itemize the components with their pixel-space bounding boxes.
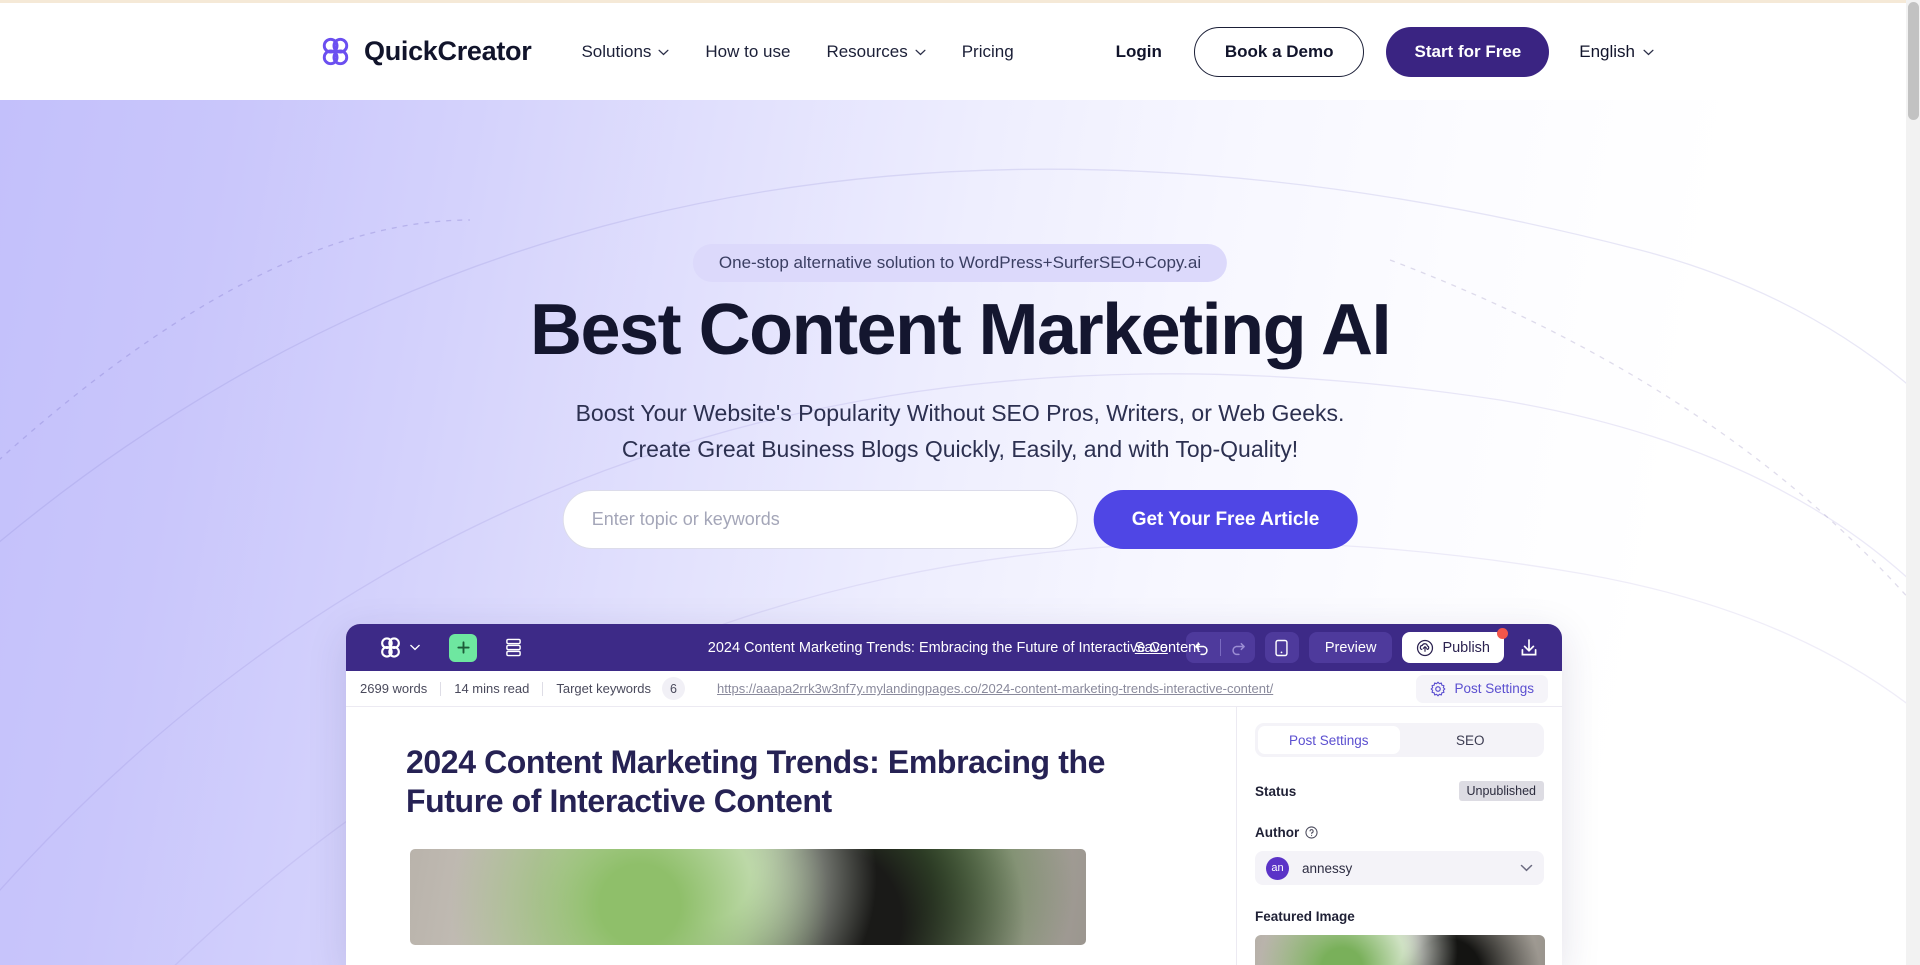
featured-image-label: Featured Image bbox=[1255, 909, 1355, 924]
book-a-demo-button[interactable]: Book a Demo bbox=[1193, 26, 1365, 77]
page-scrollbar-thumb[interactable] bbox=[1908, 2, 1919, 120]
hero-search-row: Get Your Free Article bbox=[562, 490, 1358, 549]
quickcreator-logo-icon bbox=[322, 37, 349, 66]
login-link[interactable]: Login bbox=[1116, 42, 1162, 62]
author-select[interactable]: an annessy bbox=[1255, 851, 1544, 885]
download-button[interactable] bbox=[1516, 635, 1542, 661]
status-badge: Unpublished bbox=[1458, 781, 1544, 801]
read-time: 14 mins read bbox=[454, 681, 530, 696]
get-free-article-button[interactable]: Get Your Free Article bbox=[1093, 490, 1358, 549]
publish-button[interactable]: Publish bbox=[1402, 628, 1508, 663]
sidebar-tabs: Post Settings SEO bbox=[1255, 723, 1544, 757]
chevron-down-icon bbox=[1520, 864, 1533, 872]
nav-item-pricing[interactable]: Pricing bbox=[962, 42, 1014, 62]
language-label: English bbox=[1579, 41, 1635, 61]
post-settings-button[interactable]: Post Settings bbox=[1416, 674, 1548, 703]
mobile-preview-button[interactable] bbox=[1265, 632, 1299, 663]
mobile-preview-icon bbox=[1275, 639, 1289, 656]
preview-button[interactable]: Preview bbox=[1308, 632, 1393, 663]
status-label: Status bbox=[1255, 783, 1297, 799]
hero-subheading: Boost Your Website's Popularity Without … bbox=[0, 396, 1920, 467]
page-root: QuickCreator Solutions How to use Resour… bbox=[0, 0, 1920, 965]
nav-item-label: Pricing bbox=[961, 41, 1014, 61]
nav-item-resources[interactable]: Resources bbox=[826, 41, 926, 62]
app-sidebar: Post Settings SEO Status Unpublished Aut… bbox=[1236, 707, 1562, 965]
app-document-title: 2024 Content Marketing Trends: Embracing… bbox=[707, 639, 1201, 656]
document-editor[interactable]: 2024 Content Marketing Trends: Embracing… bbox=[346, 707, 1236, 965]
nav-item-label: How to use bbox=[705, 41, 791, 61]
author-row: Author bbox=[1255, 825, 1544, 840]
brand-name: QuickCreator bbox=[364, 36, 532, 66]
app-logo-menu[interactable] bbox=[379, 636, 420, 659]
app-preview-window: 2024 Content Marketing Trends: Embracing… bbox=[346, 624, 1562, 965]
nav-item-solutions[interactable]: Solutions bbox=[581, 42, 669, 62]
quickcreator-logo-icon bbox=[381, 637, 400, 658]
app-meta-bar: 2699 words 14 mins read Target keywords … bbox=[346, 671, 1562, 707]
post-settings-label: Post Settings bbox=[1454, 681, 1534, 696]
redo-icon bbox=[1232, 642, 1246, 656]
meta-divider bbox=[542, 681, 544, 696]
start-for-free-button[interactable]: Start for Free bbox=[1386, 26, 1550, 77]
status-row: Status Unpublished bbox=[1255, 781, 1544, 801]
search-input[interactable] bbox=[562, 490, 1078, 549]
post-url-link[interactable]: https://aaapa2rrk3w3nf7y.mylandingpages.… bbox=[717, 681, 1273, 696]
publish-notification-dot bbox=[1497, 628, 1508, 639]
featured-image-row: Featured Image bbox=[1255, 909, 1544, 924]
page-scrollbar-track[interactable] bbox=[1906, 0, 1920, 965]
tab-post-settings[interactable]: Post Settings bbox=[1258, 726, 1400, 754]
app-body: 2024 Content Marketing Trends: Embracing… bbox=[346, 707, 1562, 965]
hero-subheading-line-2: Create Great Business Blogs Quickly, Eas… bbox=[621, 435, 1299, 462]
redo-button[interactable] bbox=[1221, 632, 1255, 663]
featured-image-thumbnail[interactable] bbox=[1255, 935, 1545, 965]
author-label: Author bbox=[1255, 825, 1300, 840]
question-circle-icon[interactable] bbox=[1305, 826, 1318, 839]
nav-item-how-to-use[interactable]: How to use bbox=[705, 42, 790, 62]
plus-icon bbox=[456, 641, 470, 654]
app-toolbar: 2024 Content Marketing Trends: Embracing… bbox=[346, 624, 1562, 671]
download-icon bbox=[1521, 638, 1537, 655]
chevron-down-icon bbox=[1643, 49, 1654, 56]
main-nav: Solutions How to use Resources Pricing bbox=[581, 42, 1013, 62]
meta-divider bbox=[440, 681, 442, 696]
avatar: an bbox=[1266, 856, 1289, 880]
gear-icon bbox=[1431, 681, 1446, 696]
layout-blocks-icon bbox=[505, 638, 521, 657]
layout-toggle-button[interactable] bbox=[499, 634, 527, 662]
publish-label: Publish bbox=[1442, 639, 1490, 656]
hero-subheading-line-1: Boost Your Website's Popularity Without … bbox=[575, 400, 1345, 426]
author-name: annessy bbox=[1302, 860, 1353, 876]
document-hero-image bbox=[410, 849, 1086, 946]
chevron-down-icon bbox=[658, 49, 669, 56]
hero-section: One-stop alternative solution to WordPre… bbox=[0, 100, 1920, 965]
target-keywords-label: Target keywords bbox=[556, 681, 652, 696]
cloud-upload-icon bbox=[1417, 639, 1434, 656]
site-header: QuickCreator Solutions How to use Resour… bbox=[0, 3, 1920, 100]
author-label-group: Author bbox=[1255, 825, 1318, 840]
brand-logo[interactable]: QuickCreator bbox=[320, 36, 532, 67]
target-keywords-count[interactable]: 6 bbox=[662, 677, 686, 700]
preview-label: Preview bbox=[1324, 639, 1377, 656]
nav-item-label: Resources bbox=[826, 41, 908, 61]
chevron-down-icon bbox=[410, 644, 420, 651]
language-selector[interactable]: English bbox=[1579, 42, 1654, 62]
chevron-down-icon bbox=[915, 49, 926, 56]
page-title: Best Content Marketing AI bbox=[530, 290, 1391, 370]
add-block-button[interactable] bbox=[449, 633, 477, 662]
hero-badge: One-stop alternative solution to WordPre… bbox=[692, 244, 1228, 282]
header-actions: Login Book a Demo Start for Free English bbox=[1116, 26, 1654, 77]
word-count: 2699 words bbox=[360, 681, 428, 696]
nav-item-label: Solutions bbox=[581, 41, 652, 61]
device-preview-group bbox=[1264, 632, 1299, 663]
document-heading: 2024 Content Marketing Trends: Embracing… bbox=[406, 744, 1105, 820]
tab-seo[interactable]: SEO bbox=[1400, 726, 1542, 754]
